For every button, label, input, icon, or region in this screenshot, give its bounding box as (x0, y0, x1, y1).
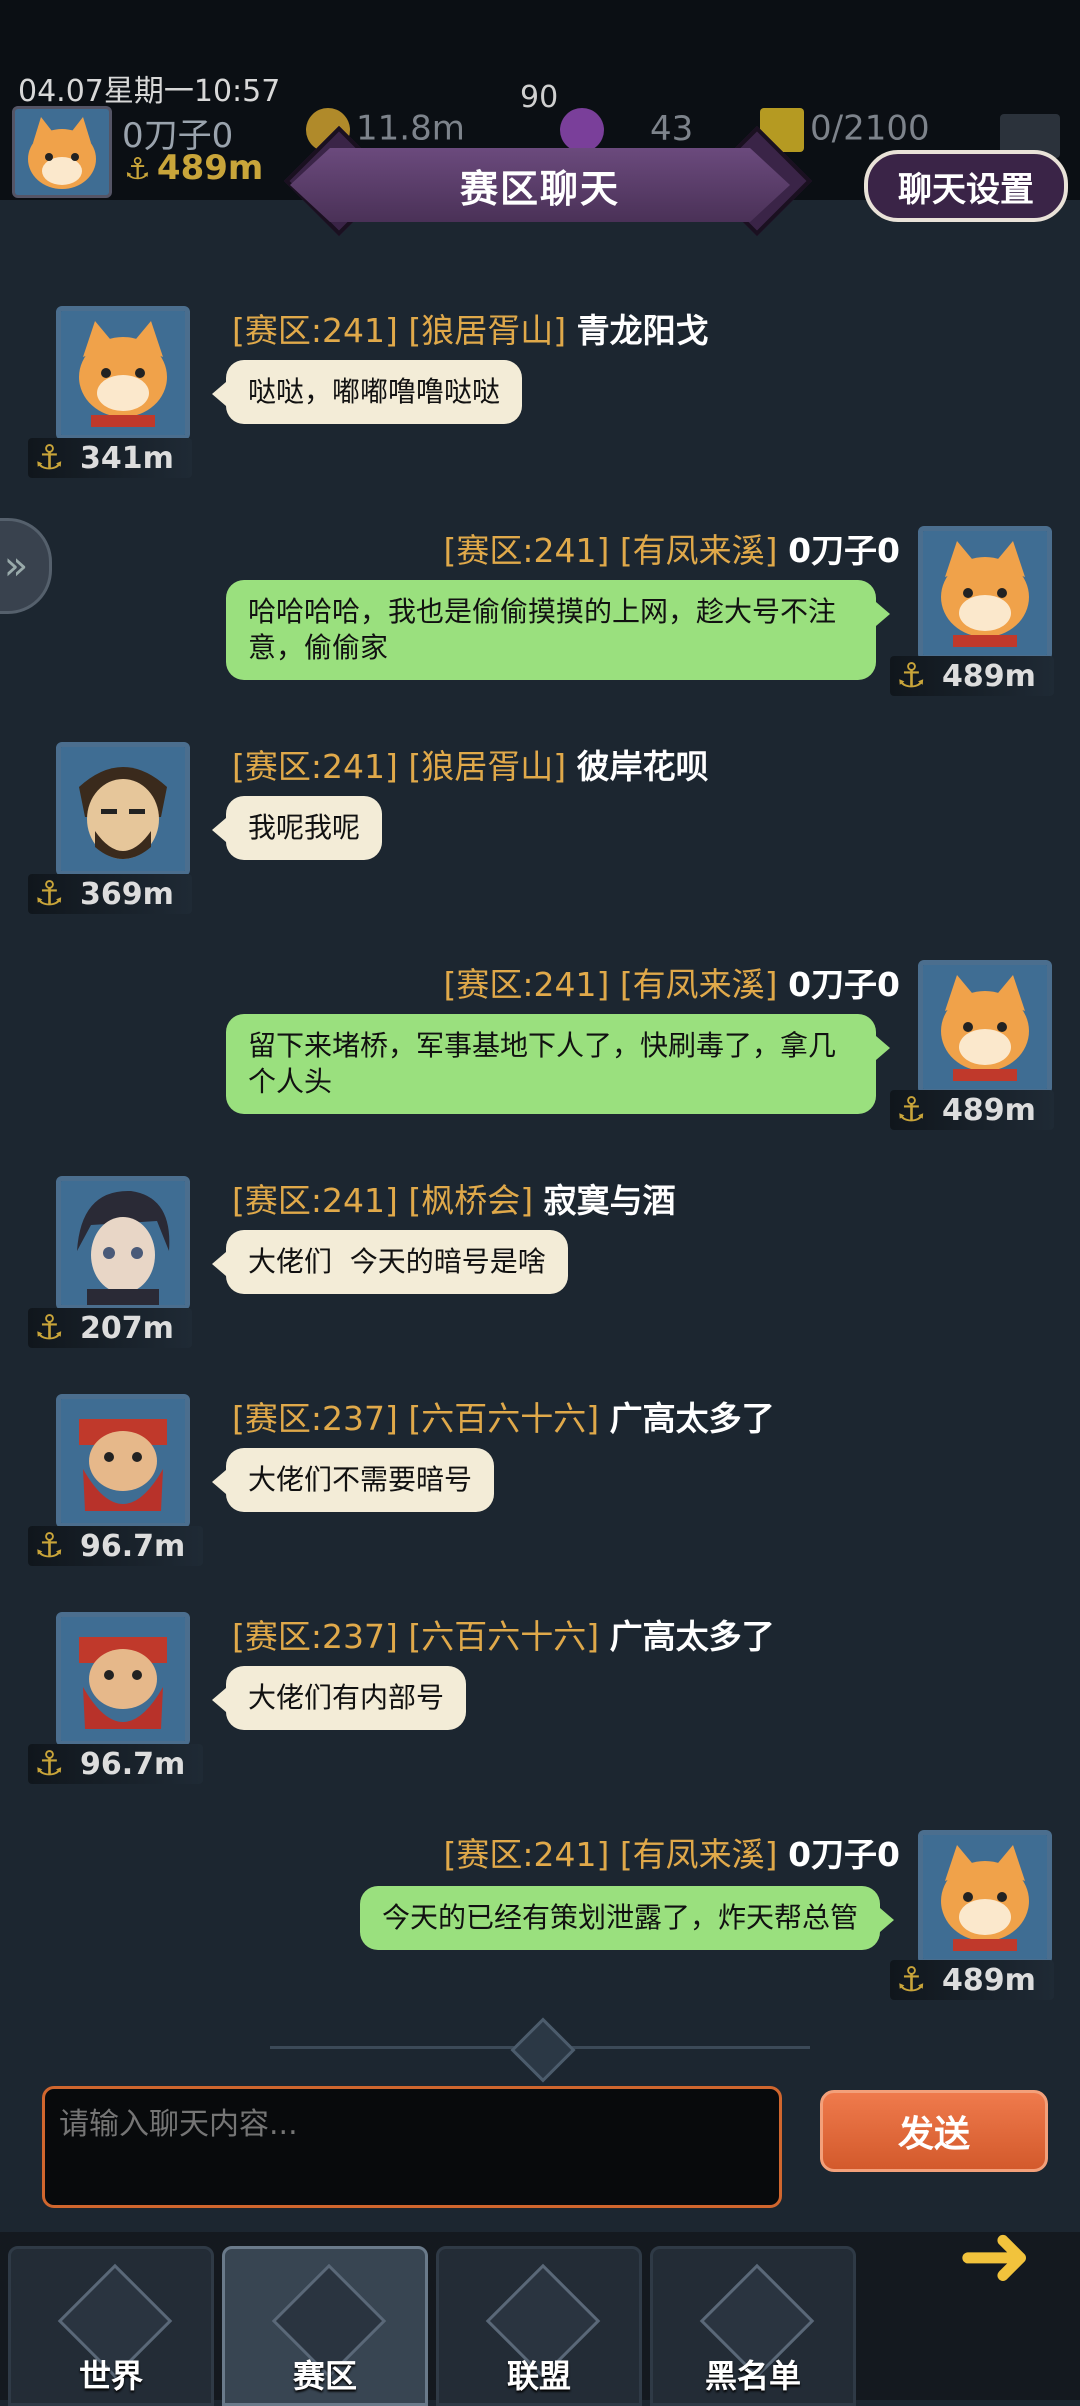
sender-tag: [赛区:241] [狼居胥山] (232, 311, 567, 350)
anchor-icon: ⚓ (124, 152, 151, 187)
distance-badge: ⚓ 369m (28, 874, 192, 914)
message-bubble[interactable]: 哒哒，嘟嘟噜噜哒哒 (211, 360, 523, 424)
distance-badge: ⚓ 489m (890, 656, 1054, 696)
message-bubble[interactable]: 大佬们有内部号 (211, 1666, 467, 1730)
bottom-tab-bar: 世界 赛区 联盟 黑名单 (0, 2232, 1080, 2406)
sender-name[interactable]: 广高太多了 (610, 1617, 775, 1656)
tab-label: 世界 (78, 2357, 143, 2395)
sender-name[interactable]: 青龙阳戈 (577, 311, 709, 350)
message-bubble[interactable]: 大佬们 今天的暗号是啥 (212, 1230, 568, 1294)
sender-tag: [赛区:237] [六百六十六] (232, 1617, 600, 1656)
sender-line: [赛区:241] [有凤来溪] 0刀子0 (443, 958, 900, 1006)
distance-badge: ⚓ 489m (890, 1090, 1054, 1130)
cat-avatar-icon (923, 965, 1047, 1089)
cat-avatar-icon (923, 1835, 1047, 1959)
sender-line: [赛区:237] [六百六十六] 广高太多了 (232, 1392, 775, 1440)
cat-avatar-icon (923, 531, 1047, 655)
tab-world[interactable]: 世界 (8, 2246, 214, 2406)
sender-avatar[interactable] (56, 1612, 190, 1746)
anchor-icon: ⚓ (34, 1308, 65, 1348)
sender-avatar[interactable] (56, 1176, 190, 1310)
sender-tag: [赛区:237] [六百六十六] (232, 1399, 600, 1438)
warrior-avatar-icon (61, 747, 185, 871)
distance-badge: ⚓ 96.7m (28, 1744, 204, 1784)
message-bubble[interactable]: 大佬们不需要暗号 (211, 1448, 495, 1512)
anchor-icon: ⚓ (34, 1744, 65, 1784)
chat-settings-button[interactable]: 聊天设置 (864, 150, 1068, 222)
top-center-value: 90 (520, 80, 559, 115)
player-avatar[interactable] (12, 106, 112, 198)
sender-name[interactable]: 彼岸花呗 (577, 747, 709, 786)
tab-label: 赛区 (292, 2357, 357, 2395)
sender-line: [赛区:241] [狼居胥山] 彼岸花呗 (232, 740, 709, 788)
sender-name[interactable]: 广高太多了 (610, 1399, 775, 1438)
sender-tag: [赛区:241] [有凤来溪] (443, 1835, 778, 1874)
sender-avatar[interactable] (56, 306, 190, 440)
sender-avatar[interactable] (918, 1830, 1052, 1964)
anchor-icon: ⚓ (896, 656, 927, 696)
sender-line: [赛区:241] [枫桥会] 寂寞与酒 (232, 1174, 676, 1222)
tab-blacklist[interactable]: 黑名单 (650, 2246, 856, 2406)
sender-line: [赛区:241] [有凤来溪] 0刀子0 (443, 1828, 900, 1876)
sender-name[interactable]: 0刀子0 (788, 1835, 900, 1874)
anchor-icon: ⚓ (34, 438, 65, 478)
forward-arrow-icon[interactable]: ➜ (930, 2200, 1060, 2310)
send-button[interactable]: 发送 (820, 2090, 1048, 2172)
player-distance: ⚓ 489m (124, 148, 264, 188)
anchor-icon: ⚓ (896, 1090, 927, 1130)
message-bubble[interactable]: 留下来堵桥，军事基地下人了，快刷毒了，拿几个人头 (226, 1014, 890, 1114)
sender-name[interactable]: 0刀子0 (788, 531, 900, 570)
sender-name[interactable]: 0刀子0 (788, 965, 900, 1004)
chat-input[interactable] (42, 2086, 782, 2208)
title-banner: 赛区聊天 (290, 148, 790, 222)
anchor-icon: ⚓ (896, 1960, 927, 2000)
tab-label: 联盟 (506, 2357, 571, 2395)
side-expand-chevron-icon[interactable]: » (0, 518, 52, 614)
message-bubble[interactable]: 哈哈哈哈，我也是偷偷摸摸的上网，趁大号不注意，偷偷家 (226, 580, 890, 680)
tab-alliance[interactable]: 联盟 (436, 2246, 642, 2406)
message-bubble[interactable]: 我呢我呢 (211, 796, 383, 860)
sender-avatar[interactable] (56, 742, 190, 876)
tab-label: 黑名单 (704, 2357, 801, 2395)
distance-badge: ⚓ 207m (28, 1308, 192, 1348)
chat-list[interactable]: » ⚓341m [赛区:241] [狼居胥山] 青龙阳戈 哒哒，嘟嘟噜噜哒哒 (0, 230, 1080, 2020)
tab-region[interactable]: 赛区 (222, 2246, 428, 2406)
sender-line: [赛区:241] [有凤来溪] 0刀子0 (443, 524, 900, 572)
sender-avatar[interactable] (56, 1394, 190, 1528)
sender-avatar[interactable] (918, 960, 1052, 1094)
energy-resource: 0/2100 (760, 108, 930, 152)
anchor-icon: ⚓ (34, 874, 65, 914)
message-bubble[interactable]: 今天的已经有策划泄露了，炸天帮总管 (359, 1886, 895, 1950)
sender-avatar[interactable] (918, 526, 1052, 660)
sender-tag: [赛区:241] [狼居胥山] (232, 747, 567, 786)
sender-line: [赛区:237] [六百六十六] 广高太多了 (232, 1610, 775, 1658)
distance-badge: ⚓ 341m (28, 438, 192, 478)
page-title: 赛区聊天 (459, 166, 620, 211)
red-beard-avatar-icon (61, 1399, 185, 1523)
sender-name[interactable]: 寂寞与酒 (544, 1181, 676, 1220)
divider-ornament (270, 2046, 810, 2079)
sender-line: [赛区:241] [狼居胥山] 青龙阳戈 (232, 304, 709, 352)
anchor-icon: ⚓ (34, 1526, 65, 1566)
cat-avatar-icon (61, 311, 185, 435)
purple-gem-icon (560, 108, 604, 152)
distance-badge: ⚓ 96.7m (28, 1526, 204, 1566)
gem-resource: 43 (560, 108, 693, 152)
status-datetime: 04.07星期一10:57 (18, 74, 281, 109)
red-beard-avatar-icon (61, 1617, 185, 1741)
sender-tag: [赛区:241] [枫桥会] (232, 1181, 534, 1220)
distance-badge: ⚓ 489m (890, 1960, 1054, 2000)
sender-tag: [赛区:241] [有凤来溪] (443, 531, 778, 570)
swordsman-avatar-icon (61, 1181, 185, 1305)
sender-tag: [赛区:241] [有凤来溪] (443, 965, 778, 1004)
cat-avatar-icon (15, 109, 109, 195)
